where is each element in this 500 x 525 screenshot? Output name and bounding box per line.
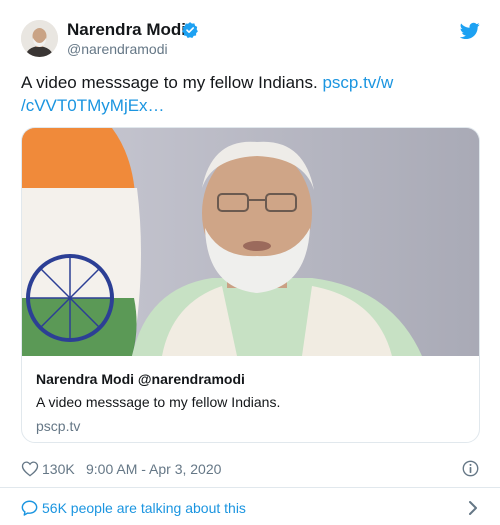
tweet-body: A video messsage to my fellow Indians.: [21, 73, 318, 92]
link-card[interactable]: Narendra Modi @narendramodi A video mess…: [21, 127, 480, 443]
speech-bubble-icon: [21, 500, 38, 516]
timestamp[interactable]: 9:00 AM - Apr 3, 2020: [86, 461, 221, 477]
video-still[interactable]: [22, 128, 479, 356]
info-icon[interactable]: [462, 460, 479, 477]
verified-badge-icon: [182, 22, 198, 38]
chevron-right-icon[interactable]: [468, 500, 478, 516]
tweet-text: A video messsage to my fellow Indians. p…: [21, 71, 481, 117]
twitter-bird-icon[interactable]: [460, 22, 480, 40]
divider: [0, 487, 500, 488]
conversation-label[interactable]: 56K people are talking about this: [42, 500, 246, 516]
avatar[interactable]: [21, 20, 58, 57]
author-handle[interactable]: @narendramodi: [67, 41, 168, 57]
like-count[interactable]: 130K: [42, 461, 75, 477]
tweet-link-part2[interactable]: /cVVT0TMyMjEx…: [21, 96, 165, 115]
card-title[interactable]: Narendra Modi @narendramodi: [36, 371, 245, 387]
author-name[interactable]: Narendra Modi: [67, 20, 186, 40]
tweet-embed: Narendra Modi @narendramodi A video mess…: [0, 0, 500, 525]
card-description: A video messsage to my fellow Indians.: [36, 394, 281, 410]
tweet-link-part1[interactable]: pscp.tv/w: [322, 73, 393, 92]
heart-icon[interactable]: [21, 460, 39, 477]
card-domain: pscp.tv: [36, 418, 81, 434]
